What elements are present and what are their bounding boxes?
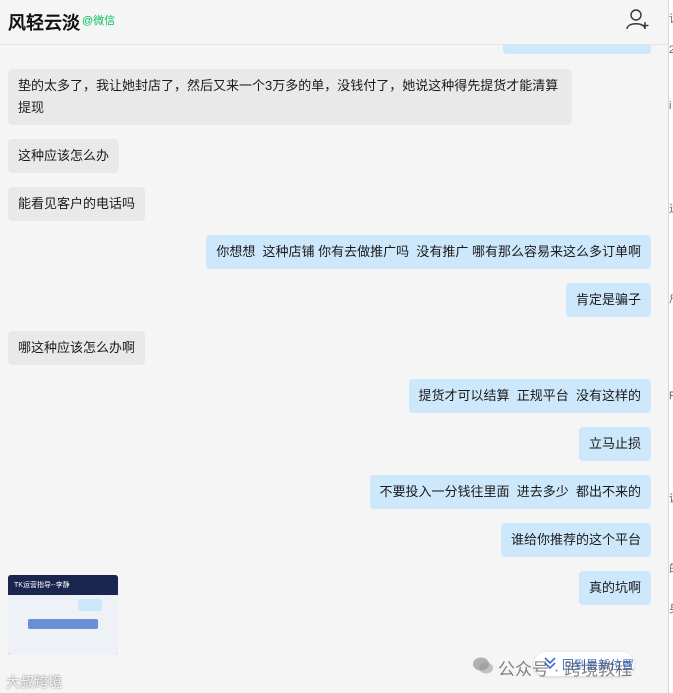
message-bubble[interactable]: 提货才可以结算 正规平台 没有这样的	[408, 379, 651, 413]
message-bubble[interactable]: 不要投入一分钱往里面 进去多少 都出不来的	[369, 475, 651, 509]
watermark-right: 公众号 · 跨境教程	[498, 660, 633, 679]
edge-text: 说	[669, 490, 673, 506]
add-user-icon[interactable]	[626, 8, 650, 30]
chat-title: 风轻云淡	[8, 13, 80, 33]
edge-text: 谈	[669, 10, 673, 26]
message-bubble[interactable]: 这种应该怎么办	[8, 139, 120, 173]
message-bubble[interactable]: 立马止损	[578, 427, 651, 461]
thumbnail-title: TK运营指导--李静	[14, 582, 70, 589]
message-bubble[interactable]: 你想想 这种店铺 你有去做推广吗 没有推广 哪有那么容易来这么多订单啊	[206, 235, 651, 269]
thumbnail-bubble	[78, 599, 102, 611]
partial-message-bubble	[503, 44, 651, 54]
watermark-left: 大叔跨境	[6, 674, 62, 690]
edge-text: F	[669, 390, 673, 402]
thumbnail-header: TK运营指导--李静	[8, 575, 118, 595]
edge-text: 户	[669, 290, 673, 306]
wechat-tag: @微信	[82, 15, 116, 27]
message-bubble[interactable]: 谁给你推荐的这个平台	[500, 523, 651, 557]
message-bubble[interactable]: 真的坑啊	[578, 571, 651, 605]
wechat-logo-icon	[473, 657, 493, 674]
chat-header: 风轻云淡 @微信	[0, 0, 668, 45]
message-bubble[interactable]: 哪这种应该怎么办啊	[8, 331, 146, 365]
edge-text: 的	[669, 560, 673, 576]
message-bubble[interactable]: 垫的太多了，我让她封店了，然后又来一个3万多的单，没钱付了，她说这种得先提货才能…	[8, 69, 572, 125]
message-bubble[interactable]: 能看见客户的电话吗	[8, 187, 146, 221]
image-message-thumbnail[interactable]: TK运营指导--李静	[8, 575, 118, 655]
thumbnail-bubble	[28, 619, 98, 629]
edge-text: 身	[669, 600, 673, 616]
message-bubble[interactable]: 肯定是骗子	[565, 283, 651, 317]
edge-text: i	[669, 100, 672, 112]
edge-text: 运	[669, 200, 673, 216]
edge-text: 2	[669, 44, 673, 56]
